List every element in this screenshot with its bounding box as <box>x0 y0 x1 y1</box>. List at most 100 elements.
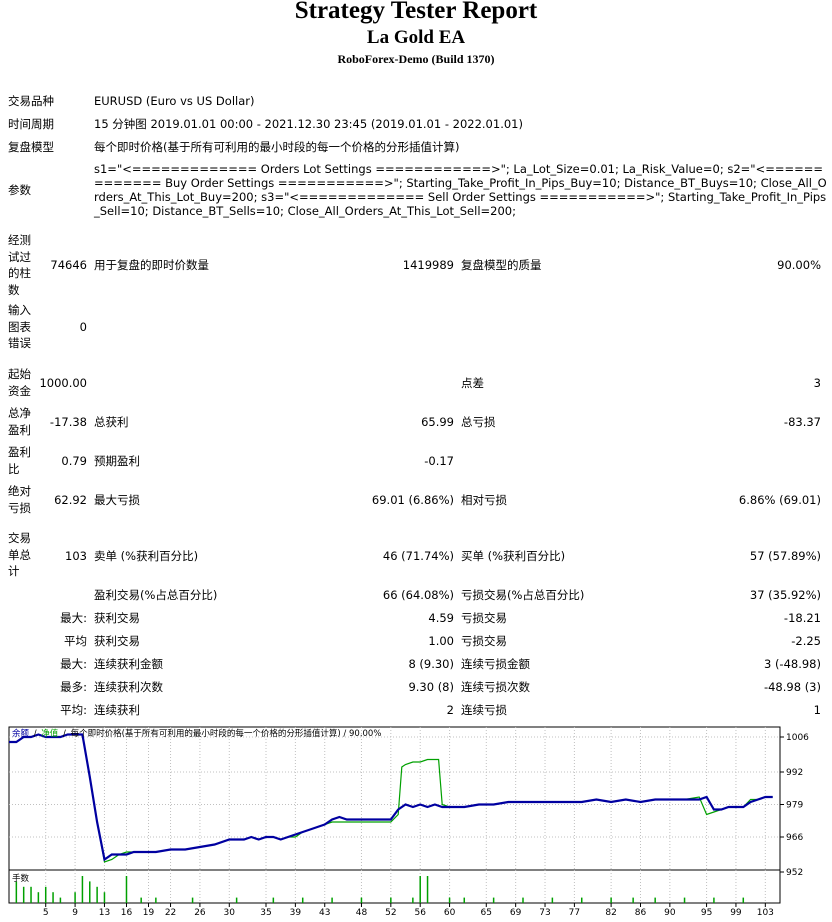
volume-bar <box>683 897 686 903</box>
y-tick-label: 992 <box>786 768 803 778</box>
loss-trades-value: 37 (35.92%) <box>749 588 821 602</box>
quality-label: 复盘模型的质量 <box>461 258 542 272</box>
symbol-value: EURUSD (Euro vs US Dollar) <box>94 94 255 108</box>
volume-bar <box>44 886 47 903</box>
maxconsc-loss-label: 连续亏损次数 <box>461 680 530 694</box>
volume-bar <box>272 897 275 903</box>
volume-bar <box>81 876 84 903</box>
volume-bar <box>96 886 98 903</box>
ticks-label: 用于复盘的即时价数量 <box>94 258 209 272</box>
profit-trades-label: 盈利交易(%占总百分比) <box>94 588 218 602</box>
volume-bar <box>52 892 54 903</box>
x-tick-label: 65 <box>481 908 492 918</box>
volume-bar <box>713 897 715 903</box>
average-loss-value: -2.25 <box>791 634 821 648</box>
x-tick-label: 30 <box>224 908 236 918</box>
volume-bar <box>15 881 18 903</box>
params-value: s1="<============= Orders Lot Settings =… <box>94 162 827 218</box>
expected-value: -0.17 <box>424 454 454 468</box>
x-tick-label: 9 <box>72 908 78 918</box>
spread-label: 点差 <box>461 376 484 390</box>
volume-bar <box>331 897 333 903</box>
volume-bar <box>412 897 414 903</box>
volume-bar <box>89 881 91 903</box>
volume-bar <box>522 897 524 903</box>
legend-equity: 净值 <box>41 728 59 739</box>
volume-bar <box>235 897 238 903</box>
volume-bar <box>301 897 304 903</box>
bars-label: 经测试过的柱数 <box>8 233 31 297</box>
gross-loss-label: 总亏损 <box>461 415 496 429</box>
average-loss-label: 亏损交易 <box>461 634 507 648</box>
x-axis-ticks: 5 9 13 16 19 22 26 30 35 39 43 48 52 56 60 65 69 73 77 82 86… <box>43 903 774 918</box>
x-tick-label: 99 <box>730 908 742 918</box>
volume-bar <box>463 897 466 903</box>
avgcons-win-value: 2 <box>446 703 454 717</box>
x-tick-label: 19 <box>143 908 155 918</box>
largest-prefix: 最大: <box>60 611 87 625</box>
period-label: 时间周期 <box>8 117 54 131</box>
y-axis-ticks: 1006 992 979 966 952 <box>780 733 809 878</box>
loss-trades-label: 亏损交易(%占总百分比) <box>461 588 585 602</box>
volume-bar <box>419 876 421 903</box>
x-tick-label: 69 <box>510 908 522 918</box>
errors-label: 输入图表错误 <box>8 303 31 350</box>
svg-text:余额 / 净值 / 每个即时: 余额 / 净值 / 每个即时价格(基于所有可利用的最小时段的每一个价格的分形插值… <box>12 728 381 739</box>
y-tick-label: 952 <box>786 868 803 878</box>
profit-trades-value: 66 (64.08%) <box>382 588 454 602</box>
x-tick-label: 56 <box>414 908 426 918</box>
spread-value: 3 <box>813 376 821 390</box>
x-tick-label: 35 <box>260 908 271 918</box>
volume-bar <box>191 897 194 903</box>
symbol-label: 交易品种 <box>8 94 54 108</box>
gross-loss-value: -83.37 <box>783 415 821 429</box>
errors-value: 0 <box>79 320 87 334</box>
pf-value: 0.79 <box>61 454 87 468</box>
x-tick-label: 48 <box>356 908 368 918</box>
volume-bar <box>103 892 106 903</box>
x-tick-label: 77 <box>569 908 580 918</box>
volume-bar <box>59 897 62 903</box>
volume-bar <box>492 897 495 903</box>
avgcons-win-label: 连续获利 <box>94 703 140 717</box>
maxcons-loss-value: 3 (-48.98) <box>763 657 821 671</box>
gross-profit-label: 总获利 <box>94 415 129 429</box>
x-tick-label: 60 <box>444 908 456 918</box>
period-value: 15 分钟图 2019.01.01 00:00 - 2021.12.30 23:… <box>94 117 523 131</box>
largest-loss-label: 亏损交易 <box>461 611 507 625</box>
params-label: 参数 <box>8 183 31 197</box>
long-label: 买单 (%获利百分比) <box>461 549 566 563</box>
maxconsc-win-value: 9.30 (8) <box>408 680 454 694</box>
largest-loss-value: -18.21 <box>783 611 821 625</box>
volume-plot-frame <box>8 869 781 904</box>
net-value: -17.38 <box>49 415 87 429</box>
abs-dd-value: 62.92 <box>54 493 87 507</box>
volume-bar <box>742 897 745 903</box>
average-prefix: 平均 <box>64 634 87 648</box>
legend-description: 每个即时价格(基于所有可利用的最小时段的每一个价格的分形插值计算) / 90.0… <box>71 728 382 739</box>
balance-equity-chart: 1006992979966952 余额 / 净值 / 每个即时价格(基于所有可利… <box>8 726 809 918</box>
maxconsc-loss-value: -48.98 (3) <box>763 680 821 694</box>
volume-bar <box>632 897 634 903</box>
volume-bar <box>155 897 157 903</box>
volume-bar <box>551 897 554 903</box>
x-tick-label: 43 <box>319 908 330 918</box>
rel-dd-label: 相对亏损 <box>461 493 507 507</box>
quality-value: 90.00% <box>777 258 821 272</box>
avgcons-loss-value: 1 <box>813 703 821 717</box>
y-tick-label: 979 <box>786 801 803 811</box>
maxconsc-prefix: 最多: <box>60 680 87 694</box>
legend-sep: / <box>34 729 37 739</box>
x-tick-label: 103 <box>757 908 774 918</box>
volume-bar <box>654 897 656 903</box>
volume-bar <box>390 897 392 903</box>
x-tick-label: 73 <box>539 908 550 918</box>
x-tick-label: 13 <box>99 908 110 918</box>
maxcons-loss-label: 连续亏损金额 <box>461 657 530 671</box>
model-label: 复盘模型 <box>8 140 54 154</box>
x-tick-label: 82 <box>605 908 616 918</box>
y-tick-label: 966 <box>786 833 803 843</box>
average-profit-label: 获利交易 <box>94 634 140 648</box>
volume-bar <box>360 897 363 903</box>
x-tick-label: 16 <box>121 908 133 918</box>
